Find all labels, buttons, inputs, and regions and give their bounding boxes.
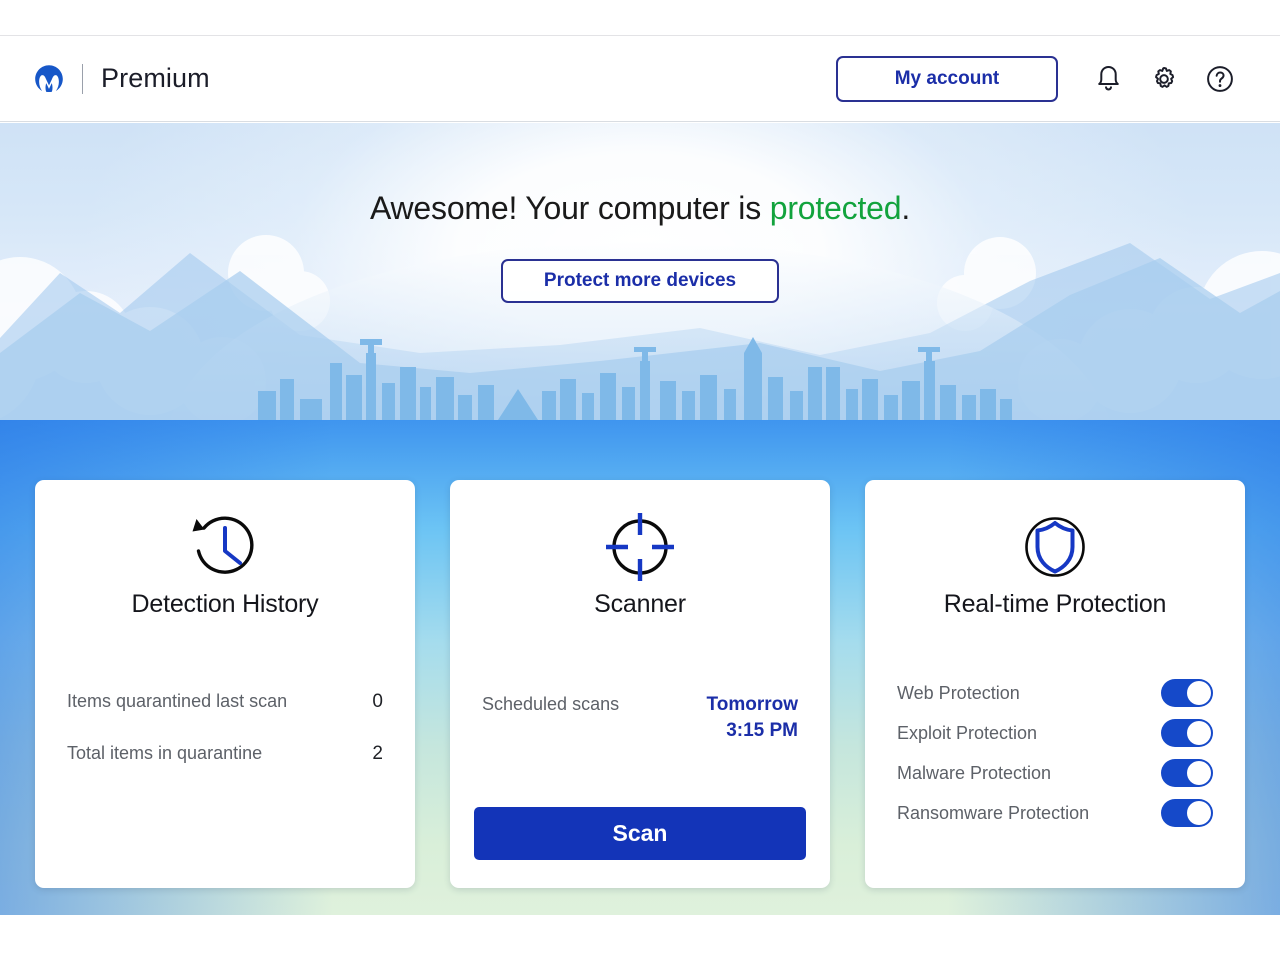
malwarebytes-app-window: Premium My account	[0, 0, 1280, 960]
detection-history-card[interactable]: Detection History Items quarantined last…	[35, 480, 415, 888]
brand: Premium	[32, 62, 210, 96]
stat-row: Items quarantined last scan 0	[67, 691, 383, 713]
hero-status-word: protected	[770, 190, 902, 226]
protection-label: Malware Protection	[897, 763, 1051, 784]
real-time-protection-title: Real-time Protection	[897, 590, 1213, 619]
stat-value: 2	[372, 743, 383, 765]
protection-label: Web Protection	[897, 683, 1020, 704]
hero-title-prefix: Awesome! Your computer is	[370, 190, 770, 226]
ransomware-protection-toggle[interactable]	[1161, 799, 1213, 827]
scheduled-scan-time: 3:15 PM	[726, 720, 798, 741]
help-question-icon[interactable]	[1192, 56, 1248, 102]
hero-title-suffix: .	[901, 190, 910, 226]
brand-divider	[82, 64, 83, 94]
toggle-knob	[1187, 681, 1211, 705]
hero-content: Awesome! Your computer is protected. Pro…	[0, 123, 1280, 420]
protection-label: Ransomware Protection	[897, 803, 1089, 824]
window-title-strip	[0, 0, 1280, 36]
protection-row: Web Protection	[897, 673, 1213, 713]
scheduled-scans-label: Scheduled scans	[482, 692, 619, 715]
protection-row: Malware Protection	[897, 753, 1213, 793]
brand-name: Premium	[101, 63, 210, 94]
clock-history-icon	[67, 480, 383, 598]
scanner-title: Scanner	[482, 590, 798, 619]
protect-more-devices-button[interactable]: Protect more devices	[501, 259, 779, 303]
malwarebytes-logo-icon	[32, 62, 66, 96]
page-bottom-white-area	[0, 915, 1280, 960]
stat-label: Items quarantined last scan	[67, 691, 287, 712]
toggle-knob	[1187, 721, 1211, 745]
scheduled-scans-row: Scheduled scans Tomorrow 3:15 PM	[482, 692, 798, 743]
notifications-bell-icon[interactable]	[1080, 56, 1136, 102]
protection-label: Exploit Protection	[897, 723, 1037, 744]
protection-row: Exploit Protection	[897, 713, 1213, 753]
toggle-knob	[1187, 801, 1211, 825]
real-time-protection-card[interactable]: Real-time Protection Web Protection Expl…	[865, 480, 1245, 888]
header-actions: My account	[836, 56, 1248, 102]
detection-stats: Items quarantined last scan 0 Total item…	[67, 691, 383, 765]
dashboard-cards: Detection History Items quarantined last…	[0, 480, 1280, 888]
scheduled-scans-value: Tomorrow 3:15 PM	[707, 692, 798, 743]
hero-status-title: Awesome! Your computer is protected.	[370, 190, 910, 227]
exploit-protection-toggle[interactable]	[1161, 719, 1213, 747]
malware-protection-toggle[interactable]	[1161, 759, 1213, 787]
detection-history-title: Detection History	[67, 590, 383, 619]
settings-gear-icon[interactable]	[1136, 56, 1192, 102]
crosshair-target-icon	[482, 480, 798, 598]
stat-value: 0	[372, 691, 383, 713]
shield-protection-icon	[897, 480, 1213, 598]
protection-toggle-list: Web Protection Exploit Protection Malwar…	[897, 673, 1213, 833]
app-header: Premium My account	[0, 36, 1280, 122]
scan-button[interactable]: Scan	[474, 807, 806, 860]
scanner-card[interactable]: Scanner Scheduled scans Tomorrow3:15 PM …	[450, 480, 830, 888]
protection-row: Ransomware Protection	[897, 793, 1213, 833]
web-protection-toggle[interactable]	[1161, 679, 1213, 707]
stat-row: Total items in quarantine 2	[67, 743, 383, 765]
stat-label: Total items in quarantine	[67, 743, 262, 764]
hero-banner: Awesome! Your computer is protected. Pro…	[0, 123, 1280, 420]
my-account-button[interactable]: My account	[836, 56, 1058, 102]
toggle-knob	[1187, 761, 1211, 785]
scheduled-scan-day: Tomorrow	[707, 694, 798, 715]
